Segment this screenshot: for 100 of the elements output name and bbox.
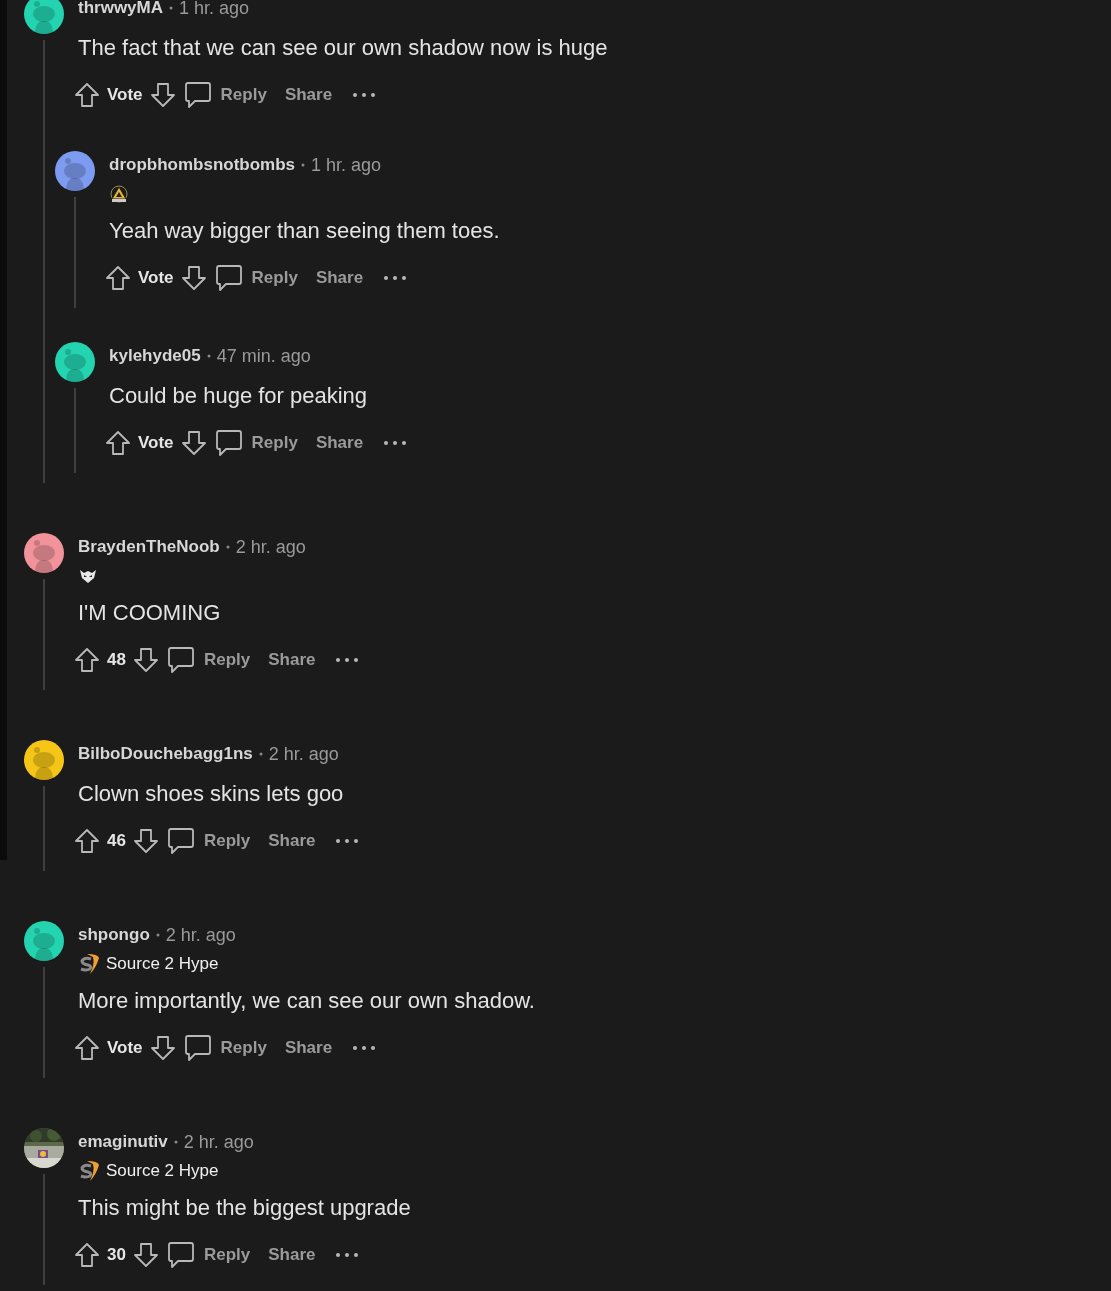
- more-options-button[interactable]: [335, 1251, 360, 1259]
- downvote-button[interactable]: [179, 264, 208, 292]
- vote-count: Vote: [138, 432, 174, 455]
- avatar[interactable]: [24, 740, 64, 780]
- downvote-button[interactable]: [131, 646, 160, 674]
- avatar[interactable]: [24, 0, 64, 34]
- vote-count: 30: [107, 1244, 126, 1267]
- downvote-button[interactable]: [131, 1241, 160, 1269]
- downvote-icon: [131, 827, 160, 855]
- vote-count: Vote: [107, 84, 143, 107]
- vote-count: 48: [107, 649, 126, 672]
- separator-dot-icon: [173, 1140, 178, 1144]
- more-options-button[interactable]: [335, 837, 360, 845]
- reply-button[interactable]: Reply: [165, 645, 251, 675]
- share-button[interactable]: Share: [268, 1242, 316, 1268]
- share-button[interactable]: Share: [315, 265, 364, 291]
- avatar[interactable]: [24, 921, 64, 961]
- downvote-button[interactable]: [148, 81, 177, 109]
- comment-text: More importantly, we can see our own shadow.: [78, 987, 535, 1015]
- user-flair: Source 2 Hype: [106, 1160, 219, 1183]
- comment-text: The fact that we can see our own shadow now is huge: [78, 34, 608, 62]
- flair-mask-icon: [78, 567, 98, 585]
- downvote-icon: [179, 264, 208, 292]
- avatar[interactable]: [55, 151, 95, 191]
- avatar[interactable]: [24, 533, 64, 573]
- username[interactable]: dropbhombsnotbombs: [109, 152, 296, 178]
- downvote-icon: [179, 429, 208, 457]
- username[interactable]: kylehyde05: [109, 343, 201, 369]
- ellipsis-icon: [383, 274, 408, 282]
- upvote-button[interactable]: [73, 1034, 101, 1062]
- username[interactable]: thrwwyMA: [78, 0, 163, 21]
- timestamp: 2 hr. ago: [165, 923, 236, 947]
- upvote-icon: [104, 429, 132, 457]
- downvote-button[interactable]: [179, 429, 208, 457]
- more-options-button[interactable]: [352, 91, 377, 99]
- upvote-button[interactable]: [73, 827, 101, 855]
- comment-text: This might be the biggest upgrade: [78, 1194, 411, 1222]
- username[interactable]: emaginutiv: [78, 1129, 168, 1155]
- comment-text: I'M COOMING: [78, 599, 222, 627]
- more-options-button[interactable]: [383, 274, 408, 282]
- reply-button[interactable]: Reply: [165, 1240, 251, 1270]
- downvote-button[interactable]: [131, 827, 160, 855]
- username[interactable]: shpongo: [78, 922, 150, 948]
- reply-button[interactable]: Reply: [213, 263, 298, 293]
- avatar[interactable]: [55, 342, 95, 382]
- username[interactable]: BraydenTheNoob: [78, 534, 220, 560]
- reply-button[interactable]: Reply: [182, 80, 267, 110]
- reply-button[interactable]: Reply: [165, 826, 251, 856]
- separator-dot-icon: [169, 6, 173, 10]
- comment-icon: [182, 1033, 213, 1063]
- separator-dot-icon: [155, 933, 160, 937]
- downvote-button[interactable]: [148, 1034, 177, 1062]
- ellipsis-icon: [352, 91, 377, 99]
- comment-icon: [213, 428, 244, 458]
- vote-count: Vote: [107, 1037, 143, 1060]
- reply-button[interactable]: Reply: [182, 1033, 267, 1063]
- timestamp: 1 hr. ago: [311, 153, 382, 177]
- ellipsis-icon: [352, 1044, 377, 1052]
- separator-dot-icon: [206, 354, 211, 358]
- share-button[interactable]: Share: [315, 430, 364, 456]
- upvote-button[interactable]: [104, 429, 132, 457]
- separator-dot-icon: [258, 752, 263, 756]
- upvote-icon: [73, 81, 101, 109]
- more-options-button[interactable]: [352, 1044, 377, 1052]
- timestamp: 2 hr. ago: [268, 742, 339, 766]
- timestamp: 1 hr. ago: [179, 0, 250, 20]
- ellipsis-icon: [335, 656, 360, 664]
- timestamp: 2 hr. ago: [235, 535, 306, 559]
- upvote-icon: [104, 264, 132, 292]
- downvote-icon: [131, 646, 160, 674]
- more-options-button[interactable]: [335, 656, 360, 664]
- downvote-icon: [148, 1034, 177, 1062]
- comment-icon: [165, 645, 196, 675]
- upvote-button[interactable]: [73, 1241, 101, 1269]
- upvote-button[interactable]: [73, 81, 101, 109]
- upvote-button[interactable]: [104, 264, 132, 292]
- share-button[interactable]: Share: [268, 647, 316, 673]
- upvote-icon: [73, 646, 101, 674]
- timestamp: 2 hr. ago: [183, 1130, 254, 1154]
- comment-text: Clown shoes skins lets goo: [78, 780, 345, 808]
- share-button[interactable]: Share: [268, 828, 316, 854]
- reply-button[interactable]: Reply: [213, 428, 298, 458]
- comment-icon: [165, 1240, 196, 1270]
- ellipsis-icon: [335, 837, 360, 845]
- comment-icon: [182, 80, 213, 110]
- upvote-icon: [73, 1034, 101, 1062]
- upvote-button[interactable]: [73, 646, 101, 674]
- upvote-icon: [73, 1241, 101, 1269]
- comment-icon: [213, 263, 244, 293]
- comment-text: Could be huge for peaking: [109, 382, 369, 410]
- downvote-icon: [148, 81, 177, 109]
- separator-dot-icon: [225, 545, 230, 549]
- more-options-button[interactable]: [383, 439, 408, 447]
- username[interactable]: BilboDouchebagg1ns: [78, 741, 253, 767]
- share-button[interactable]: Share: [284, 1035, 333, 1061]
- ellipsis-icon: [335, 1251, 360, 1259]
- share-button[interactable]: Share: [284, 82, 333, 108]
- ellipsis-icon: [383, 439, 408, 447]
- downvote-icon: [131, 1241, 160, 1269]
- comment-text: Yeah way bigger than seeing them toes.: [109, 217, 500, 245]
